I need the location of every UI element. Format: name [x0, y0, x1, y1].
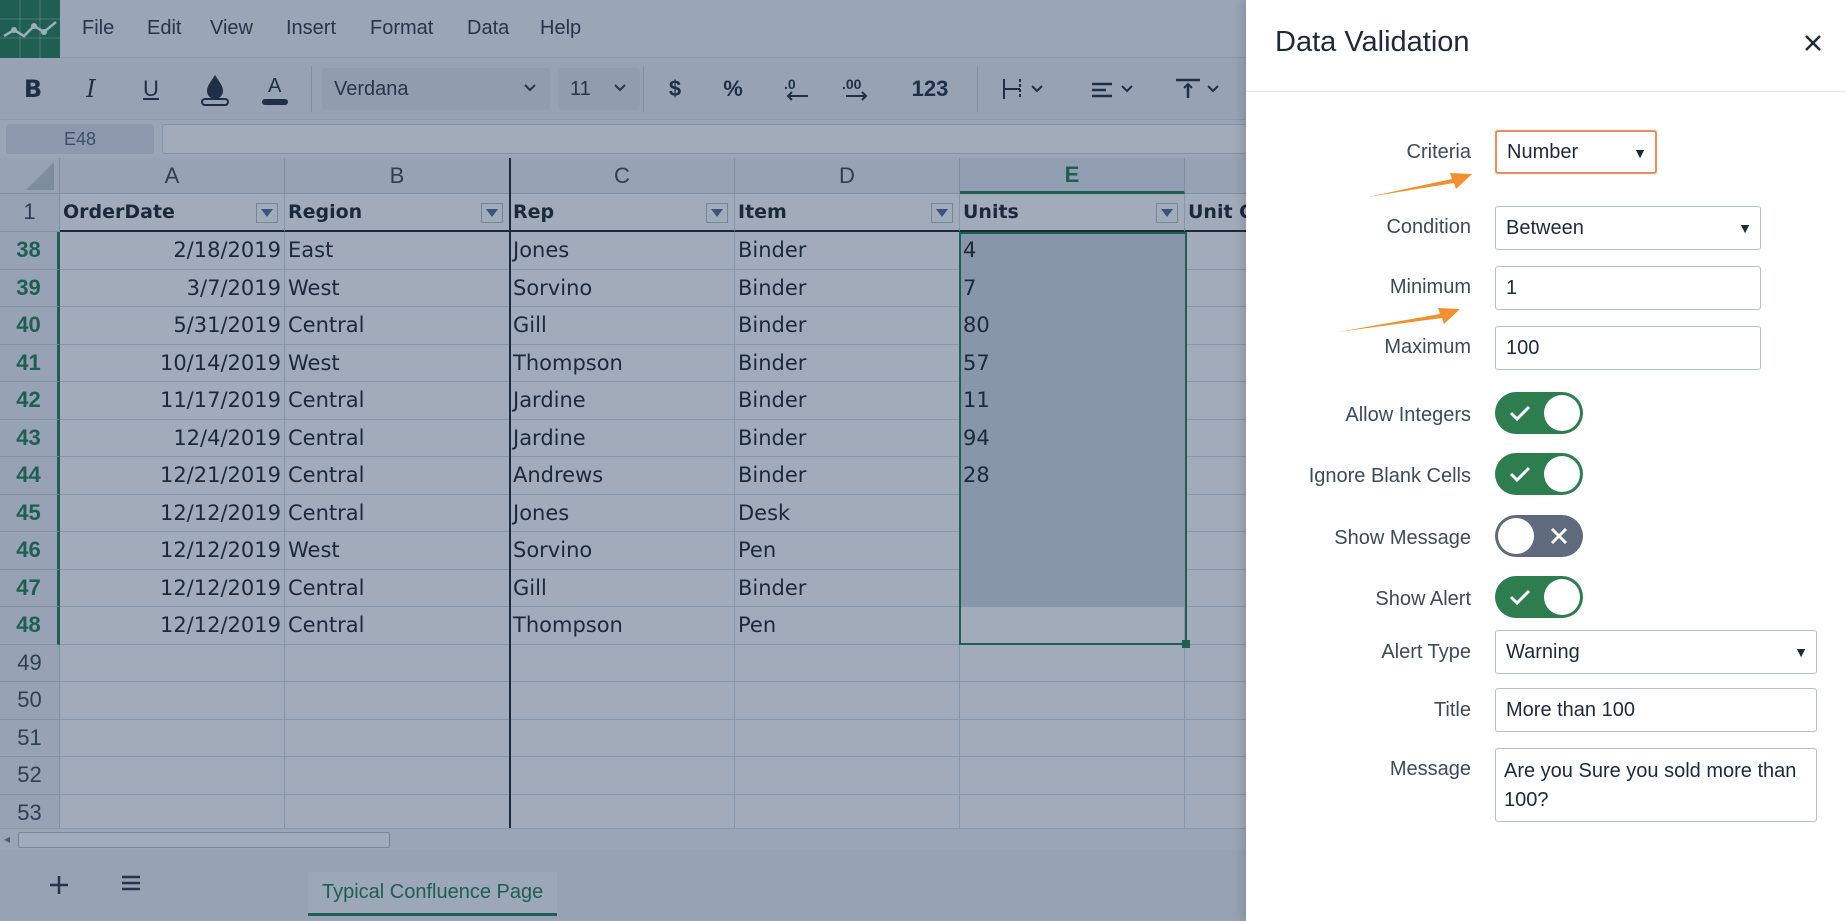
title-input[interactable]: More than 100	[1495, 688, 1817, 732]
panel-header: Data Validation	[1246, 0, 1846, 92]
alert-type-select[interactable]: Warning ▼	[1495, 630, 1817, 674]
criteria-select[interactable]: Number ▼	[1495, 130, 1657, 174]
message-textarea[interactable]: Are you Sure you sold more than 100?	[1495, 748, 1817, 822]
check-icon	[1509, 466, 1531, 483]
maximum-input[interactable]: 100	[1495, 326, 1761, 370]
allow-integers-toggle[interactable]	[1495, 392, 1583, 434]
panel-title: Data Validation	[1275, 26, 1470, 58]
show-message-label: Show Message	[1334, 527, 1471, 549]
ignore-blank-label: Ignore Blank Cells	[1308, 465, 1471, 487]
close-icon	[1805, 35, 1821, 51]
dropdown-caret-icon: ▼	[1633, 145, 1647, 161]
criteria-label: Criteria	[1406, 141, 1471, 163]
show-alert-toggle[interactable]	[1495, 576, 1583, 618]
minimum-input[interactable]: 1	[1495, 266, 1761, 310]
x-icon	[1550, 527, 1568, 545]
condition-label: Condition	[1386, 216, 1471, 238]
condition-value: Between	[1506, 216, 1584, 239]
dropdown-caret-icon: ▼	[1738, 220, 1752, 236]
show-message-toggle[interactable]	[1495, 515, 1583, 557]
show-alert-label: Show Alert	[1375, 588, 1471, 610]
ignore-blank-toggle[interactable]	[1495, 453, 1583, 495]
maximum-label: Maximum	[1384, 336, 1471, 358]
message-label: Message	[1389, 758, 1471, 780]
allow-integers-label: Allow Integers	[1345, 404, 1471, 426]
minimum-label: Minimum	[1389, 276, 1471, 298]
toggle-knob	[1544, 395, 1580, 431]
alert-type-label: Alert Type	[1381, 641, 1471, 663]
toggle-knob	[1498, 518, 1534, 554]
data-validation-panel: Data Validation Criteria Number ▼ Condit…	[1246, 0, 1846, 921]
criteria-value: Number	[1507, 140, 1579, 163]
alert-type-value: Warning	[1506, 640, 1580, 663]
check-icon	[1509, 405, 1531, 422]
dropdown-caret-icon: ▼	[1794, 644, 1808, 660]
condition-select[interactable]: Between ▼	[1495, 206, 1761, 250]
check-icon	[1509, 589, 1531, 606]
title-label: Title	[1433, 699, 1471, 721]
toggle-knob	[1544, 456, 1580, 492]
close-button[interactable]	[1798, 28, 1828, 58]
toggle-knob	[1544, 579, 1580, 615]
